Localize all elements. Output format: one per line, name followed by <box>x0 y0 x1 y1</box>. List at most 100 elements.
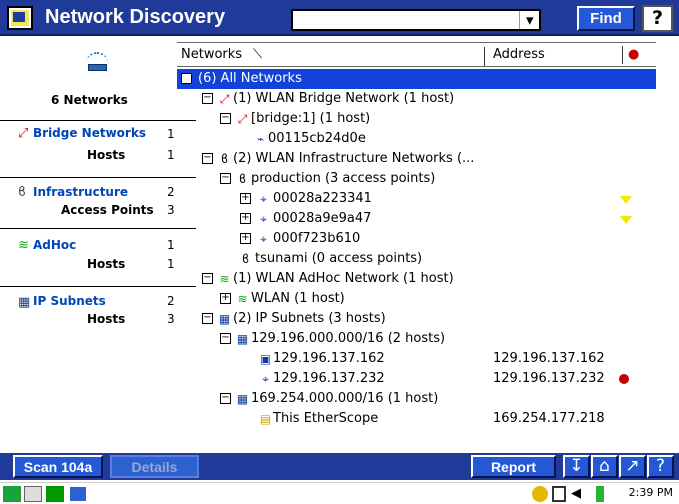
address-cell: 129.196.137.162 <box>493 351 605 366</box>
expand-icon[interactable]: + <box>240 193 251 204</box>
tree-row[interactable]: − ⤢ (1) WLAN Bridge Network (1 host) <box>177 89 656 109</box>
warning-triangle-icon <box>620 196 632 204</box>
adhoc-count: 1 <box>167 238 175 252</box>
tree-row[interactable]: − ⤢ [bridge:1] (1 host) <box>177 109 656 129</box>
window-icon[interactable] <box>69 486 87 502</box>
speaker-icon[interactable]: ◀ <box>571 486 589 502</box>
networks-column-header[interactable]: Networks <box>177 47 485 66</box>
keyboard-icon[interactable] <box>24 486 42 502</box>
adhoc-label[interactable]: AdHoc <box>33 238 76 252</box>
access-points-label: Access Points <box>61 203 154 217</box>
tree-row-label: production (3 access points) <box>251 171 436 186</box>
collapse-icon[interactable]: − <box>220 333 231 344</box>
bridge-network-icon: ⤢ <box>18 126 29 141</box>
find-button[interactable]: Find <box>577 6 635 31</box>
etherscope-icon: ▤ <box>259 412 272 426</box>
tree-row[interactable]: − ▦ 129.196.000.000/16 (2 hosts) <box>177 329 656 349</box>
details-button[interactable]: Details <box>110 455 199 478</box>
tree-row-label: WLAN (1 host) <box>251 291 345 306</box>
address-cell: 129.196.137.232 <box>493 371 605 386</box>
collapse-icon[interactable]: − <box>220 113 231 124</box>
tree-row[interactable]: − ▦ 169.254.000.000/16 (1 host) <box>177 389 656 409</box>
sort-toggle-icon[interactable]: ↧ <box>563 455 590 478</box>
address-column-label: Address <box>493 47 545 62</box>
networks-column-label: Networks <box>181 47 243 62</box>
help-icon[interactable]: ? <box>642 5 673 32</box>
tree-row[interactable]: − ϐ production (3 access points) <box>177 169 656 189</box>
alert-column-header[interactable]: ● <box>622 46 644 64</box>
address-column-header[interactable]: Address <box>493 47 545 62</box>
access-points-count: 3 <box>167 203 175 217</box>
tree-row[interactable]: ▣ 129.196.137.162 129.196.137.162 <box>177 349 656 369</box>
tree-row[interactable]: ⌖ 129.196.137.232 129.196.137.232 <box>177 369 656 389</box>
terminal-icon[interactable] <box>46 486 64 502</box>
alert-filter-icon: ● <box>628 47 640 62</box>
tree-row[interactable]: + ≋ WLAN (1 host) <box>177 289 656 309</box>
adhoc-hosts-label: Hosts <box>87 257 126 271</box>
infrastructure-label[interactable]: Infrastructure <box>33 185 128 199</box>
tree-row[interactable]: − ≋ (1) WLAN AdHoc Network (1 host) <box>177 269 656 289</box>
tree-row[interactable]: ϐ tsunami (0 access points) <box>177 249 656 269</box>
tree-row-label: 129.196.137.232 <box>273 371 385 386</box>
network-tree[interactable]: − (6) All Networks − ⤢ (1) WLAN Bridge Netw… <box>177 69 656 444</box>
tree-row-label: (2) IP Subnets (3 hosts) <box>233 311 386 326</box>
collapse-icon[interactable]: − <box>202 153 213 164</box>
tree-row[interactable]: + ⌖ 00028a223341 <box>177 189 656 209</box>
bridge-networks-label[interactable]: Bridge Networks <box>33 126 146 140</box>
button-bar: Scan 104a Details Report ↧ ⌂ ↗ ? <box>0 453 679 480</box>
help-icon[interactable]: ? <box>647 455 674 478</box>
tree-row[interactable]: − ϐ (2) WLAN Infrastructure Networks (... <box>177 149 656 169</box>
bridge-icon: ⤢ <box>237 112 248 126</box>
access-point-icon: ⌖ <box>260 212 267 226</box>
tree-row[interactable]: + ⌖ 000f723b610 <box>177 229 656 249</box>
tree-row[interactable]: − ▦ (2) IP Subnets (3 hosts) <box>177 309 656 329</box>
tree-row-label: 129.196.000.000/16 (2 hosts) <box>251 331 446 346</box>
adhoc-hosts-count: 1 <box>167 257 175 271</box>
bridge-summary: ⤢ Bridge Networks 1 Hosts 1 <box>0 120 196 177</box>
ip-subnets-summary: ▦ IP Subnets 2 Hosts 3 <box>0 286 196 338</box>
adhoc-icon: ≋ <box>237 292 248 306</box>
tree-row-label: (1) WLAN AdHoc Network (1 host) <box>233 271 454 286</box>
ip-subnets-label[interactable]: IP Subnets <box>33 294 106 308</box>
tree-row[interactable]: − (6) All Networks <box>177 69 656 89</box>
tree-row-label: 00115cb24d0e <box>268 131 366 146</box>
expand-icon[interactable]: + <box>220 293 231 304</box>
collapse-icon[interactable]: − <box>202 313 213 324</box>
infrastructure-icon: ϐ <box>241 252 250 266</box>
tree-row-label: 129.196.137.162 <box>273 351 385 366</box>
alert-dot-icon <box>619 374 629 384</box>
search-input[interactable] <box>293 11 518 29</box>
collapse-icon[interactable]: − <box>202 93 213 104</box>
search-combo[interactable] <box>291 9 541 31</box>
taskbar: ◀ 2:39 PM <box>0 482 679 504</box>
tree-row[interactable]: ▤ This EtherScope 169.254.177.218 <box>177 409 656 429</box>
network-status-icon <box>532 486 548 502</box>
collapse-icon[interactable]: − <box>202 273 213 284</box>
chevron-down-icon[interactable] <box>519 11 539 29</box>
collapse-icon[interactable]: − <box>220 393 231 404</box>
bridge-count: 1 <box>167 127 175 141</box>
tree-row-label: tsunami (0 access points) <box>255 251 423 266</box>
collapse-icon[interactable]: − <box>220 173 231 184</box>
sort-icon[interactable]: ⟍ <box>253 47 262 62</box>
clipboard-icon <box>552 486 566 502</box>
tree-row-label: 000f723b610 <box>273 231 361 246</box>
tools-icon[interactable]: ↗ <box>619 455 646 478</box>
expand-icon[interactable]: + <box>240 213 251 224</box>
start-icon[interactable] <box>3 486 21 502</box>
tree-row[interactable]: + ⌖ 00028a9e9a47 <box>177 209 656 229</box>
report-button[interactable]: Report <box>471 455 556 478</box>
title-bar: Network Discovery Find ? <box>0 0 679 36</box>
collapse-icon[interactable]: − <box>181 73 192 84</box>
ip-subnet-icon: ▦ <box>236 332 249 346</box>
tree-row[interactable]: ⌁ 00115cb24d0e <box>177 129 656 149</box>
clock-time: 2:39 PM <box>628 486 673 499</box>
warning-triangle-icon <box>620 216 632 224</box>
tree-row-label: (1) WLAN Bridge Network (1 host) <box>233 91 455 106</box>
app-icon[interactable] <box>7 6 33 30</box>
scan-button[interactable]: Scan 104a <box>13 455 103 478</box>
battery-icon <box>596 486 604 502</box>
infrastructure-count: 2 <box>167 185 175 199</box>
home-icon[interactable]: ⌂ <box>591 455 618 478</box>
expand-icon[interactable]: + <box>240 233 251 244</box>
